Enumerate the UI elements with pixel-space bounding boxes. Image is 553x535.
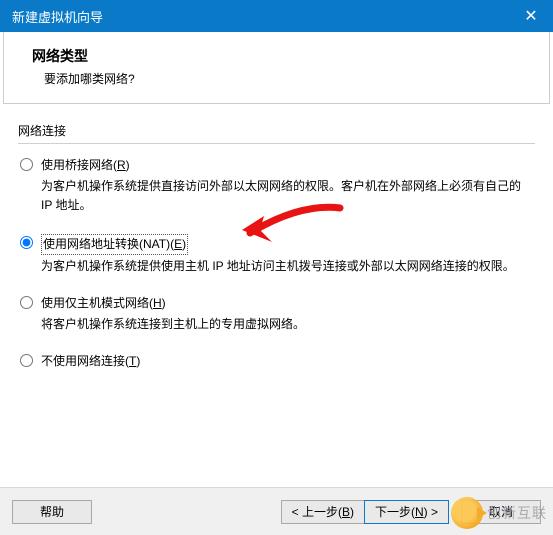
back-button[interactable]: < 上一步(B) — [281, 500, 364, 524]
option-hostonly-desc: 将客户机操作系统连接到主机上的专用虚拟网络。 — [41, 315, 533, 334]
close-icon: ✕ — [524, 6, 537, 26]
titlebar: 新建虚拟机向导 ✕ — [0, 0, 553, 32]
option-bridged[interactable]: 使用桥接网络(R) 为客户机操作系统提供直接访问外部以太网网络的权限。客户机在外… — [20, 156, 533, 216]
window-title: 新建虚拟机向导 — [12, 7, 103, 26]
help-button[interactable]: 帮助 — [12, 500, 92, 524]
option-nat[interactable]: 使用网络地址转换(NAT)(E) 为客户机操作系统提供使用主机 IP 地址访问主… — [20, 234, 533, 276]
option-bridged-desc: 为客户机操作系统提供直接访问外部以太网网络的权限。客户机在外部网络上必须有自己的… — [41, 177, 533, 215]
wizard-footer: 帮助 < 上一步(B) 下一步(N) > 取消 — [0, 487, 553, 535]
group-label: 网络连接 — [18, 122, 535, 139]
option-hostonly[interactable]: 使用仅主机模式网络(H) 将客户机操作系统连接到主机上的专用虚拟网络。 — [20, 294, 533, 334]
option-nat-desc: 为客户机操作系统提供使用主机 IP 地址访问主机拨号连接或外部以太网网络连接的权… — [41, 257, 533, 276]
option-bridged-label: 使用桥接网络(R) — [41, 158, 130, 172]
option-none-label: 不使用网络连接(T) — [41, 354, 140, 368]
radio-none[interactable] — [20, 354, 33, 367]
option-hostonly-label: 使用仅主机模式网络(H) — [41, 296, 166, 310]
page-subtitle: 要添加哪类网络? — [32, 70, 529, 87]
cancel-button[interactable]: 取消 — [461, 500, 541, 524]
option-nat-label: 使用网络地址转换(NAT)(E) — [43, 237, 186, 251]
network-options: 使用桥接网络(R) 为客户机操作系统提供直接访问外部以太网网络的权限。客户机在外… — [18, 156, 535, 372]
wizard-body: 网络连接 使用桥接网络(R) 为客户机操作系统提供直接访问外部以太网网络的权限。… — [18, 122, 535, 372]
wizard-header: 网络类型 要添加哪类网络? — [3, 32, 550, 104]
radio-hostonly[interactable] — [20, 296, 33, 309]
divider — [18, 143, 535, 144]
option-none[interactable]: 不使用网络连接(T) — [20, 352, 533, 371]
close-button[interactable]: ✕ — [509, 0, 553, 32]
radio-nat[interactable] — [20, 236, 33, 249]
next-button[interactable]: 下一步(N) > — [364, 500, 449, 524]
radio-bridged[interactable] — [20, 158, 33, 171]
page-title: 网络类型 — [32, 46, 529, 66]
